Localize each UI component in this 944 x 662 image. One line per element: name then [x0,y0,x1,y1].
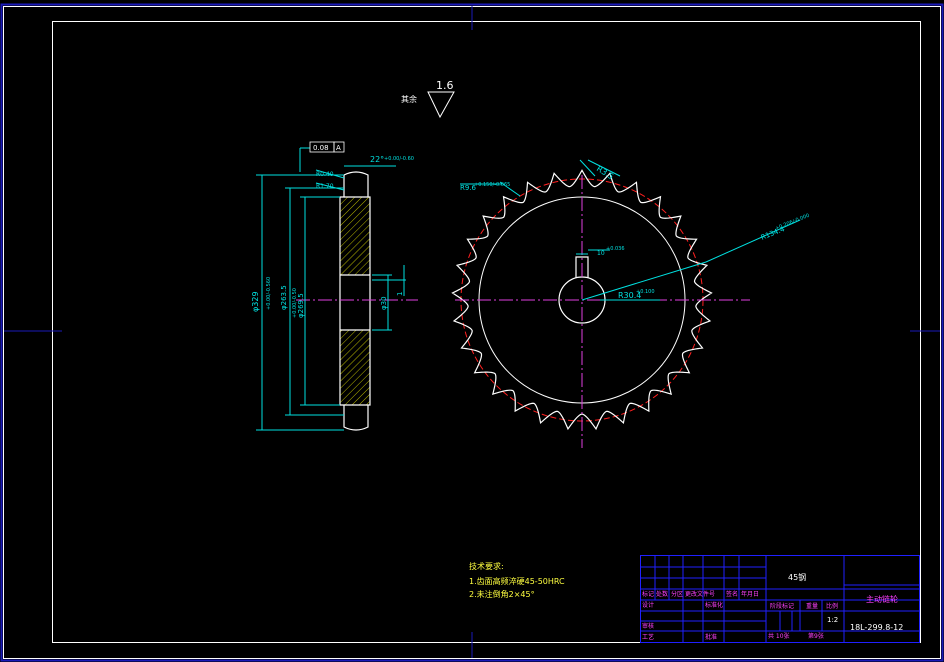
notes-line1: 1.齿面高频淬硬45-50HRC [469,576,565,586]
front-dimension-lines [460,159,801,301]
dim-chamfer-tol: +0.00/-0.60 [384,156,414,162]
title-block: 45钢 主动链轮 18L-299.8-12 1:2 标记 处数 分区 更改文件号… [640,555,920,643]
tb-sheet-no: 第9张 [808,632,824,640]
dim-key: 1 [396,292,404,296]
dim-root-dia: φ263.5 [280,285,288,310]
front-view: R3.5 R9.6 +0.150/-0.065 10 +0.036 R30.4 … [451,159,811,448]
cad-drawing: 其余 1.6 0.08 A 22° +0.00/-0.60 R0.40 R1.7… [0,3,944,662]
dim-bore: φ30 [380,296,388,310]
dim-keyway: 10 [597,250,605,257]
tb-change-doc-label: 更改文件号 [685,590,715,598]
dim-chamfer-top: 22° [370,155,384,164]
tb-sheets-total: 共 10张 [768,632,790,640]
tb-drawing-no: 18L-299.8-12 [850,623,903,632]
drawing-frame [52,21,921,643]
notes-line2: 2.未注倒角2×45° [469,589,535,599]
tb-mark-label: 标记 [642,590,654,598]
dim-outer-dia: φ329 [251,291,260,312]
tb-date-label: 年月日 [741,590,759,598]
tol-frame-datum: A [336,144,341,152]
tb-process-label: 工艺 [642,633,654,641]
tb-stage-label: 阶段标记 [770,602,794,610]
notes-heading: 技术要求: [469,561,504,571]
roughness-value: 1.6 [436,79,454,92]
side-hatch-lower [340,330,370,405]
dim-seat-tol: +0.150/-0.065 [474,182,510,188]
dim-root-tol: +0.00/-0.560 [266,277,272,310]
roughness-symbol: 其余 1.6 [401,79,455,119]
roughness-triangle [427,91,455,119]
tb-approve-label: 批准 [705,633,717,641]
tb-scale-label: 比例 [826,602,838,610]
tb-material: 45钢 [788,572,806,582]
side-view: 0.08 A 22° +0.00/-0.60 R0.40 R1.70 φ329 … [251,141,418,431]
tb-review-label: 审核 [642,622,654,630]
side-hatch-upper [340,197,370,275]
tb-part-name: 主动链轮 [866,594,898,604]
dim-r-b: R1.70 [316,183,334,190]
dim-hub-tol: +0.00/-0.50 [292,288,298,318]
tb-weight-label: 重量 [806,602,818,610]
tb-count-label: 处数 [656,590,668,598]
tolerance-frame: 0.08 A [309,141,345,153]
dim-keyway-tol: +0.036 [606,246,625,252]
tb-standardize-label: 标准化 [705,601,723,609]
tb-scale: 1:2 [827,616,838,624]
dim-hub-dia: φ269.5 [297,293,305,318]
tb-designer-label: 设计 [642,601,654,609]
dim-bore-tol: +0.100 [636,289,655,295]
technical-notes: 技术要求: 1.齿面高频淬硬45-50HRC 2.未注倒角2×45° [469,561,565,599]
side-dimension-lines [256,147,406,431]
dim-outer-tol: +0.206/-0.000 [775,213,811,232]
tb-zone-label: 分区 [671,590,683,598]
dim-r-a: R0.40 [316,171,334,178]
roughness-prefix: 其余 [401,94,417,104]
tol-frame-value: 0.08 [313,144,329,152]
tb-signature-label: 签名 [726,590,738,598]
